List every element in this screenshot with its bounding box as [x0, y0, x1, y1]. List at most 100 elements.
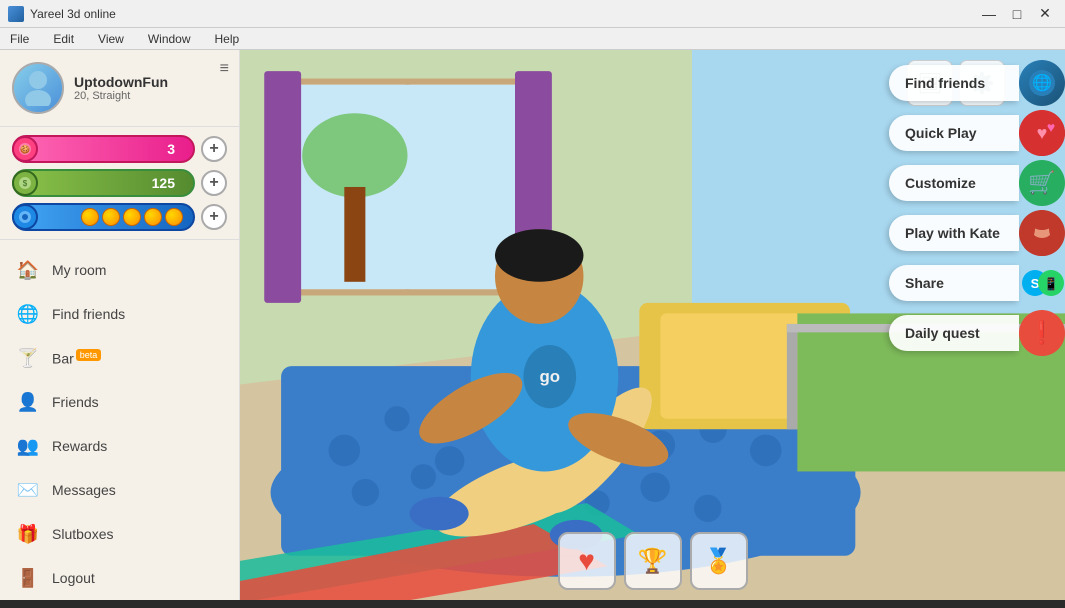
- green-currency-row: $ 125 +: [12, 169, 227, 197]
- profile-section: UptodownFun 20, Straight ≡: [0, 50, 239, 127]
- avatar: [12, 62, 64, 114]
- sidebar-item-messages[interactable]: ✉️ Messages: [0, 468, 239, 512]
- title-controls: — □ ✕: [977, 4, 1057, 24]
- sidebar-item-friends[interactable]: 👤 Friends: [0, 380, 239, 424]
- green-currency-add-button[interactable]: +: [201, 170, 227, 196]
- menu-edit[interactable]: Edit: [47, 30, 80, 48]
- sidebar-item-rewards[interactable]: 👥 Rewards: [0, 424, 239, 468]
- beta-badge: beta: [76, 349, 102, 361]
- nav-label-slutboxes: Slutboxes: [52, 526, 113, 542]
- pink-currency-icon: 🍪: [12, 136, 38, 162]
- hamburger-menu-icon[interactable]: ≡: [220, 60, 229, 78]
- trophy-toolbar-button[interactable]: 🏆: [624, 532, 682, 590]
- find-friends-nav-icon: 🌐: [16, 302, 40, 326]
- svg-text:go: go: [539, 367, 560, 386]
- nav-label-my-room: My room: [52, 262, 106, 278]
- menu-view[interactable]: View: [92, 30, 130, 48]
- title-bar: Yareel 3d online — □ ✕: [0, 0, 1065, 28]
- menu-bar: File Edit View Window Help: [0, 28, 1065, 50]
- quick-play-label: Quick Play: [905, 125, 977, 141]
- heart-toolbar-button[interactable]: ♥: [558, 532, 616, 590]
- blue-currency-row: +: [12, 203, 227, 231]
- profile-name: UptodownFun: [74, 74, 227, 90]
- nav-section: 🏠 My room 🌐 Find friends 🍸 Barbeta 👤 Fri…: [0, 240, 239, 608]
- daily-quest-icon: ❗: [1019, 310, 1065, 356]
- svg-text:♥: ♥: [1047, 119, 1055, 135]
- profile-info: UptodownFun 20, Straight: [74, 74, 227, 102]
- game-area: go 🖼 ⚙️ Find fri: [240, 50, 1065, 600]
- nav-label-friends: Friends: [52, 394, 99, 410]
- title-left: Yareel 3d online: [8, 6, 116, 22]
- profile-subtitle: 20, Straight: [74, 90, 227, 102]
- nav-label-logout: Logout: [52, 570, 95, 586]
- pink-currency-bar: 🍪 3: [12, 135, 195, 163]
- find-friends-row: Find friends 🌐: [880, 60, 1065, 106]
- home-icon: 🏠: [16, 258, 40, 282]
- find-friends-label: Find friends: [905, 75, 985, 91]
- blue-dot-5: [165, 208, 183, 226]
- customize-button-icon: 🛒: [1019, 160, 1065, 206]
- sidebar-item-logout[interactable]: 🚪 Logout: [0, 556, 239, 600]
- main-container: UptodownFun 20, Straight ≡ 🍪 3 +: [0, 50, 1065, 600]
- svg-text:📱: 📱: [1044, 277, 1059, 291]
- menu-help[interactable]: Help: [209, 30, 246, 48]
- close-button[interactable]: ✕: [1033, 4, 1057, 24]
- menu-window[interactable]: Window: [142, 30, 197, 48]
- blue-dot-3: [123, 208, 141, 226]
- right-action-panel: Find friends 🌐 Quick Play ♥ ♥: [880, 50, 1065, 600]
- menu-file[interactable]: File: [4, 30, 35, 48]
- green-currency-icon: $: [12, 170, 38, 196]
- svg-text:♥: ♥: [1037, 123, 1048, 143]
- daily-quest-label: Daily quest: [905, 325, 980, 341]
- minimize-button[interactable]: —: [977, 4, 1001, 24]
- customize-row: Customize 🛒: [880, 160, 1065, 206]
- nav-label-messages: Messages: [52, 482, 116, 498]
- currency-section: 🍪 3 + $ 125 +: [0, 127, 239, 240]
- share-button[interactable]: Share: [889, 265, 1019, 301]
- bar-icon: 🍸: [16, 346, 40, 370]
- rank-toolbar-button[interactable]: 🏅: [690, 532, 748, 590]
- blue-currency-bar: [12, 203, 195, 231]
- quick-play-button[interactable]: Quick Play: [889, 115, 1019, 151]
- pink-currency-add-button[interactable]: +: [201, 136, 227, 162]
- customize-label: Customize: [905, 175, 976, 191]
- play-with-kate-row: Play with Kate: [880, 210, 1065, 256]
- quick-play-row: Quick Play ♥ ♥: [880, 110, 1065, 156]
- find-friends-button[interactable]: Find friends: [889, 65, 1019, 101]
- blue-dot-2: [102, 208, 120, 226]
- messages-icon: ✉️: [16, 478, 40, 502]
- nav-label-find-friends: Find friends: [52, 306, 125, 322]
- play-with-kate-button[interactable]: Play with Kate: [889, 215, 1019, 251]
- friends-icon: 👤: [16, 390, 40, 414]
- svg-text:$: $: [23, 179, 28, 188]
- share-button-icon: S 📱: [1019, 260, 1065, 306]
- green-currency-value: 125: [152, 175, 175, 191]
- slutboxes-icon: 🎁: [16, 522, 40, 546]
- bottom-toolbar: ♥ 🏆 🏅: [558, 532, 748, 590]
- logout-icon: 🚪: [16, 566, 40, 590]
- pink-currency-row: 🍪 3 +: [12, 135, 227, 163]
- quick-play-button-icon: ♥ ♥: [1019, 110, 1065, 156]
- customize-button[interactable]: Customize: [889, 165, 1019, 201]
- blue-dot-4: [144, 208, 162, 226]
- app-title: Yareel 3d online: [30, 7, 116, 21]
- blue-currency-icon: [12, 204, 38, 230]
- rewards-icon: 👥: [16, 434, 40, 458]
- daily-quest-button[interactable]: Daily quest: [889, 315, 1019, 351]
- sidebar-item-my-room[interactable]: 🏠 My room: [0, 248, 239, 292]
- sidebar-item-slutboxes[interactable]: 🎁 Slutboxes: [0, 512, 239, 556]
- kate-avatar: [1019, 210, 1065, 256]
- svg-text:🌐: 🌐: [1032, 73, 1052, 92]
- pink-currency-value: 3: [167, 141, 175, 157]
- daily-quest-row: Daily quest ❗: [880, 310, 1065, 356]
- sidebar-item-bar[interactable]: 🍸 Barbeta: [0, 336, 239, 380]
- nav-label-rewards: Rewards: [52, 438, 107, 454]
- sidebar: UptodownFun 20, Straight ≡ 🍪 3 +: [0, 50, 240, 600]
- nav-label-bar: Barbeta: [52, 350, 101, 367]
- blue-currency-add-button[interactable]: +: [201, 204, 227, 230]
- blue-dots-container: [81, 208, 183, 226]
- maximize-button[interactable]: □: [1005, 4, 1029, 24]
- share-label: Share: [905, 275, 944, 291]
- sidebar-item-find-friends[interactable]: 🌐 Find friends: [0, 292, 239, 336]
- app-icon: [8, 6, 24, 22]
